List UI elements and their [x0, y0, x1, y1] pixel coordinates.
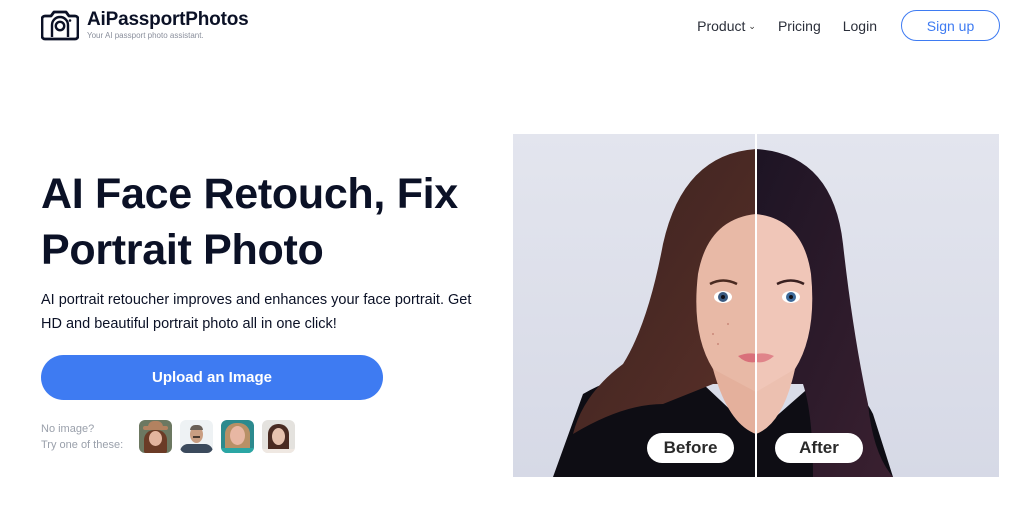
before-after-comparison[interactable]: Before After [513, 134, 999, 477]
logo-subtitle: Your AI passport photo assistant. [87, 30, 204, 40]
after-label: After [775, 433, 863, 463]
nav-product-dropdown[interactable]: Product ⌄ [697, 18, 756, 34]
chevron-down-icon: ⌄ [748, 20, 756, 31]
before-label: Before [647, 433, 734, 463]
camera-portrait-icon [41, 10, 79, 41]
logo-link[interactable]: AiPassportPhotos Your AI passport photo … [41, 9, 249, 41]
nav-pricing-link[interactable]: Pricing [778, 18, 821, 34]
sample-image-woman-with-hat[interactable] [139, 420, 172, 453]
sample-image-blonde-woman[interactable] [221, 420, 254, 453]
sample-prompt-line-2: Try one of these: [41, 439, 124, 451]
sample-prompt: No image? Try one of these: [41, 421, 123, 453]
comparison-slider-handle[interactable] [755, 134, 757, 477]
sample-image-man-with-mustache[interactable] [180, 420, 213, 453]
title-line-1: AI Face Retouch, Fix [41, 170, 458, 218]
sample-images [139, 420, 295, 453]
hero-description: AI portrait retoucher improves and enhan… [41, 292, 472, 332]
main-nav: Product ⌄ Pricing Login Sign up [697, 10, 1000, 41]
nav-login-link[interactable]: Login [843, 18, 877, 34]
nav-product-label: Product [697, 17, 746, 34]
page-title: AI Face Retouch, Fix Portrait Photo [41, 166, 511, 278]
upload-image-button[interactable]: Upload an Image [41, 355, 383, 400]
sample-prompt-line-1: No image? [41, 423, 95, 435]
title-line-2: Portrait Photo [41, 226, 324, 274]
sample-image-dark-haired-woman[interactable] [262, 420, 295, 453]
site-header: AiPassportPhotos Your AI passport photo … [0, 0, 1024, 52]
signup-button[interactable]: Sign up [901, 10, 1000, 41]
logo-title: AiPassportPhotos [87, 8, 249, 30]
